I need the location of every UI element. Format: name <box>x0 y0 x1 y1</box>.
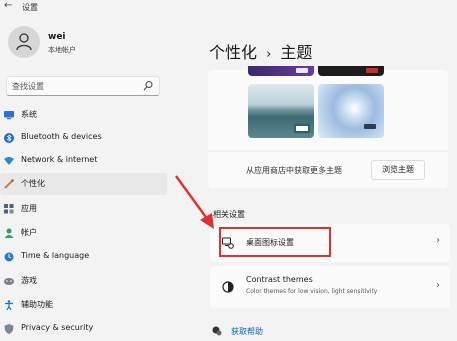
sidebar-item-privacy-security[interactable]: Privacy & security <box>0 318 167 340</box>
breadcrumb-current: 主题 <box>280 43 313 62</box>
monitor-icon <box>4 111 14 120</box>
search-input[interactable]: 查找设置 <box>6 76 160 96</box>
user-name: wei <box>48 32 66 42</box>
sidebar-item-bluetooth[interactable]: Bluetooth & devices <box>0 127 167 149</box>
themes-gallery <box>208 66 448 150</box>
sidebar-item-time-language[interactable]: Time & language <box>0 246 167 268</box>
theme-thumbnail-dark-2[interactable] <box>318 66 384 76</box>
person-icon <box>16 33 32 51</box>
annotation-arrow <box>175 175 214 229</box>
sidebar-item-gaming[interactable]: 游戏 <box>0 270 167 292</box>
sidebar-item-label: 游戏 <box>21 276 37 285</box>
chevron-right-icon: › <box>436 235 440 246</box>
theme-thumbnail-lake[interactable] <box>248 84 314 138</box>
avatar <box>8 26 40 58</box>
window-title: 设置 <box>22 3 38 12</box>
back-button[interactable]: ← <box>4 0 12 11</box>
account-type: 本地帐户 <box>48 46 76 54</box>
get-help-link[interactable]: 获取帮助 <box>231 326 263 337</box>
apps-icon <box>4 204 14 214</box>
theme-thumbnail-bloom[interactable] <box>318 84 384 138</box>
sidebar-item-accessibility[interactable]: 辅助功能 <box>0 294 167 316</box>
sidebar-item-system[interactable]: 系统 <box>0 104 167 126</box>
sidebar-item-label: 个性化 <box>21 179 45 188</box>
wifi-icon <box>4 157 14 165</box>
highlight-box <box>219 227 331 257</box>
sidebar-item-label: 系统 <box>21 110 37 119</box>
sidebar-item-label: 帐户 <box>21 228 37 237</box>
store-themes-label: 从应用商店中获取更多主题 <box>246 166 342 175</box>
browse-themes-button[interactable]: 浏览主题 <box>371 160 425 180</box>
sidebar-item-label: Network & internet <box>21 155 98 164</box>
store-themes-row: 从应用商店中获取更多主题 浏览主题 <box>208 152 448 188</box>
accessibility-icon <box>5 300 13 310</box>
globe-clock-icon <box>4 252 14 262</box>
gamepad-icon <box>4 278 14 285</box>
page-title: 个性化 › 主题 <box>209 39 312 63</box>
person-icon <box>4 228 14 238</box>
brush-icon <box>4 179 14 189</box>
sidebar-item-label: Time & language <box>21 251 90 260</box>
sidebar-item-apps[interactable]: 应用 <box>0 198 167 220</box>
sidebar-item-label: Bluetooth & devices <box>21 132 102 141</box>
contrast-icon <box>222 281 234 293</box>
contrast-themes-subtitle: Color themes for low vision, light sensi… <box>246 288 378 295</box>
help-icon <box>212 326 222 336</box>
sidebar-item-accounts[interactable]: 帐户 <box>0 222 167 244</box>
breadcrumb-separator: › <box>266 47 272 62</box>
sidebar-item-label: 辅助功能 <box>21 300 53 309</box>
sidebar-item-personalization[interactable]: 个性化 <box>0 173 167 195</box>
theme-thumbnail-dark-1[interactable] <box>248 66 314 76</box>
search-placeholder: 查找设置 <box>12 82 44 91</box>
search-icon[interactable] <box>143 80 153 92</box>
sidebar-item-network[interactable]: Network & internet <box>0 150 167 172</box>
bluetooth-icon <box>4 133 14 143</box>
chevron-right-icon: › <box>436 280 440 291</box>
shield-icon <box>4 324 14 334</box>
contrast-themes-title: Contrast themes <box>246 275 313 284</box>
sidebar-item-label: 应用 <box>21 204 37 213</box>
contrast-themes-row[interactable]: Contrast themes Color themes for low vis… <box>210 266 450 308</box>
sidebar-item-label: Privacy & security <box>21 323 94 332</box>
breadcrumb-parent[interactable]: 个性化 <box>209 43 257 62</box>
